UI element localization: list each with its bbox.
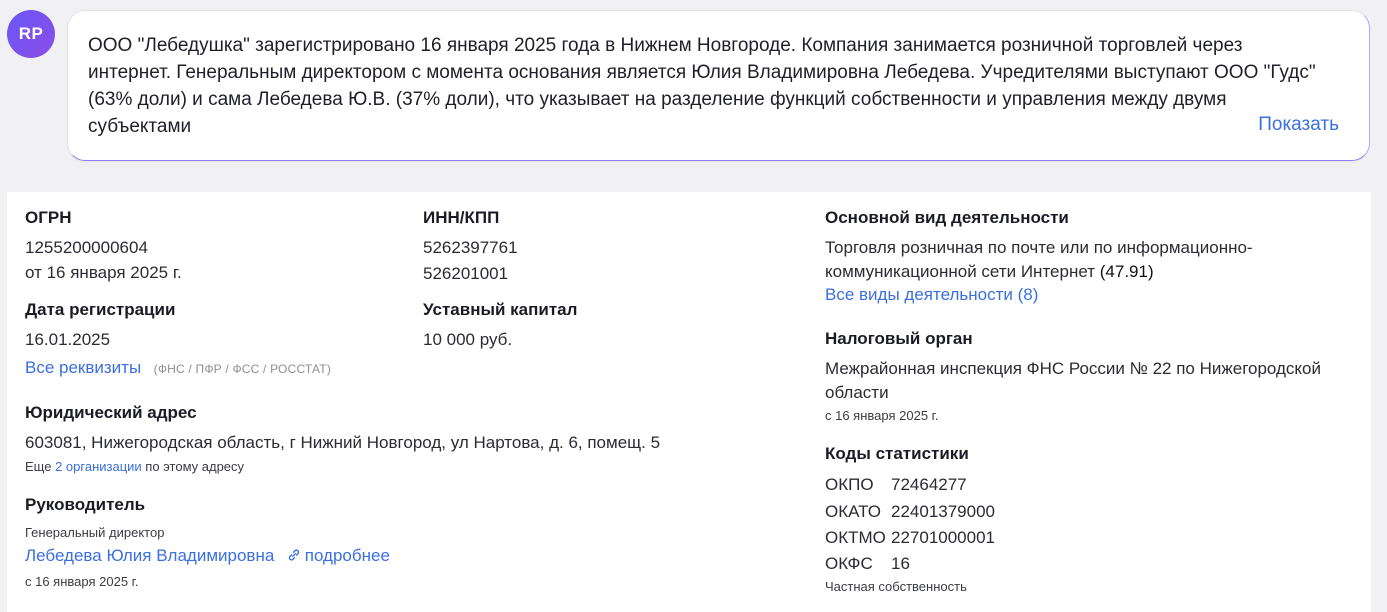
okpo-value: 72464277 <box>891 475 967 494</box>
inn-label: ИНН/КПП <box>423 208 500 227</box>
head-name-link[interactable]: Лебедева Юлия Владимировна <box>25 546 274 565</box>
address-orgs-link[interactable]: 2 организации <box>55 459 142 474</box>
requisites-row: Все реквизиты (ФНС / ПФР / ФСС / РОССТАТ… <box>25 358 331 378</box>
okfs-note: Частная собственность <box>825 579 967 594</box>
avatar-initials: RP <box>18 24 44 43</box>
oktmo-value: 22701000001 <box>891 528 996 547</box>
show-more-link[interactable]: Показать <box>1258 114 1339 136</box>
link-icon <box>288 549 299 561</box>
activity-line1: Торговля розничная по почте или по инфор… <box>825 238 1253 257</box>
summary-text: ООО "Лебедушка" зарегистрировано 16 янва… <box>88 35 1316 137</box>
capital-value: 10 000 руб. <box>423 330 513 349</box>
stats-label: Коды статистики <box>825 444 969 463</box>
address-value: 603081, Нижегородская область, г Нижний … <box>25 433 661 452</box>
tax-since: с 16 января 2025 г. <box>825 408 939 423</box>
activity-label: Основной вид деятельности <box>825 208 1069 227</box>
address-more-prefix: Еще <box>25 459 52 474</box>
okato-value: 22401379000 <box>891 502 996 521</box>
reg-date-value: 16.01.2025 <box>25 330 111 349</box>
reg-date-label: Дата регистрации <box>25 300 176 319</box>
head-since: с 16 января 2025 г. <box>25 574 139 589</box>
all-activities-link[interactable]: Все виды деятельности (8) <box>825 285 1038 305</box>
avatar: RP <box>7 10 55 58</box>
head-role: Генеральный директор <box>25 525 165 540</box>
okato-code: ОКАТО <box>825 502 881 521</box>
activity-line2: коммуникационной сети Интернет <box>825 262 1096 281</box>
all-requisites-link[interactable]: Все реквизиты <box>25 358 141 377</box>
tax-line1: Межрайонная инспекция ФНС России № 22 по… <box>825 359 1322 378</box>
ogrn-date: от 16 января 2025 г. <box>25 263 182 282</box>
address-more: Еще 2 организации по этому адресу <box>25 459 244 474</box>
kpp-value: 526201001 <box>423 264 509 283</box>
address-more-suffix: по этому адресу <box>145 459 245 474</box>
tax-label: Налоговый орган <box>825 329 973 348</box>
oktmo-code: ОКТМО <box>825 528 886 547</box>
company-details-card: ОГРН 1255200000604 от 16 января 2025 г. … <box>7 192 1371 612</box>
address-label: Юридический адрес <box>25 403 197 422</box>
activity-line2-row: коммуникационной сети Интернет (47.91) <box>825 262 1154 282</box>
head-details-label: подробнее <box>304 546 390 565</box>
capital-label: Уставный капитал <box>423 300 578 319</box>
okfs-code: ОКФС <box>825 554 873 573</box>
inn-value: 5262397761 <box>423 238 518 257</box>
okpo-code: ОКПО <box>825 475 874 494</box>
ai-summary-panel: ООО "Лебедушка" зарегистрировано 16 янва… <box>67 10 1370 161</box>
head-name-row: Лебедева Юлия Владимировна подробнее <box>25 546 390 566</box>
requisites-note: (ФНС / ПФР / ФСС / РОССТАТ) <box>153 362 332 376</box>
okfs-value: 16 <box>891 554 910 573</box>
head-label: Руководитель <box>25 495 146 514</box>
ogrn-value: 1255200000604 <box>25 238 148 257</box>
ogrn-label: ОГРН <box>25 208 72 227</box>
head-details-link[interactable]: подробнее <box>287 546 390 565</box>
tax-line2: области <box>825 383 889 402</box>
activity-code: (47.91) <box>1099 262 1154 281</box>
